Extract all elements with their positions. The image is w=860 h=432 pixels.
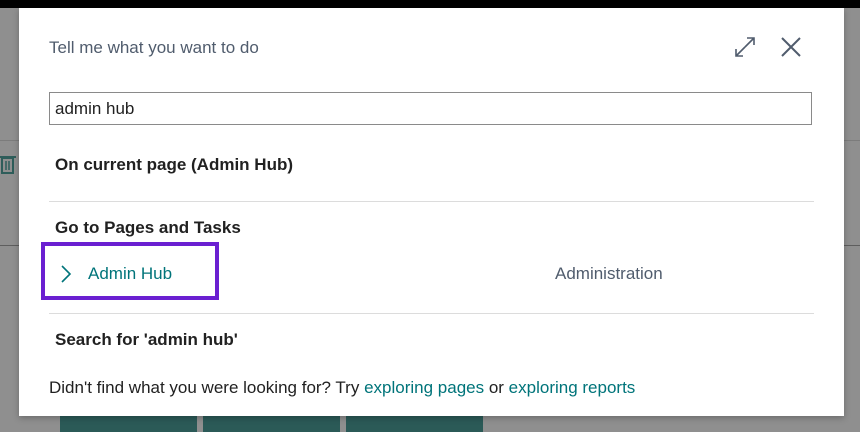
result-row-admin-hub[interactable]: Admin Hub (41, 242, 219, 300)
divider (49, 313, 814, 314)
chevron-right-icon (59, 264, 73, 284)
exploring-pages-link[interactable]: exploring pages (364, 378, 484, 397)
expand-icon[interactable] (733, 35, 757, 59)
result-label[interactable]: Admin Hub (88, 264, 172, 284)
footer-prefix: Didn't find what you were looking for? T… (49, 378, 365, 397)
footer-text: Didn't find what you were looking for? T… (49, 378, 635, 398)
divider (49, 201, 814, 202)
section-search-for[interactable]: Search for 'admin hub' (55, 330, 238, 350)
tell-me-dialog: Tell me what you want to do On current p… (19, 8, 844, 416)
section-pages-and-tasks: Go to Pages and Tasks (55, 218, 241, 237)
search-input[interactable] (49, 92, 812, 125)
top-bar (0, 0, 860, 8)
exploring-reports-link[interactable]: exploring reports (509, 378, 636, 397)
trash-icon (0, 153, 16, 177)
result-category: Administration (555, 264, 663, 283)
footer-middle: or (484, 378, 509, 397)
section-current-page: On current page (Admin Hub) (55, 155, 293, 174)
dialog-title: Tell me what you want to do (49, 38, 259, 57)
close-icon[interactable] (779, 35, 803, 59)
page: Tell me what you want to do On current p… (0, 0, 860, 432)
